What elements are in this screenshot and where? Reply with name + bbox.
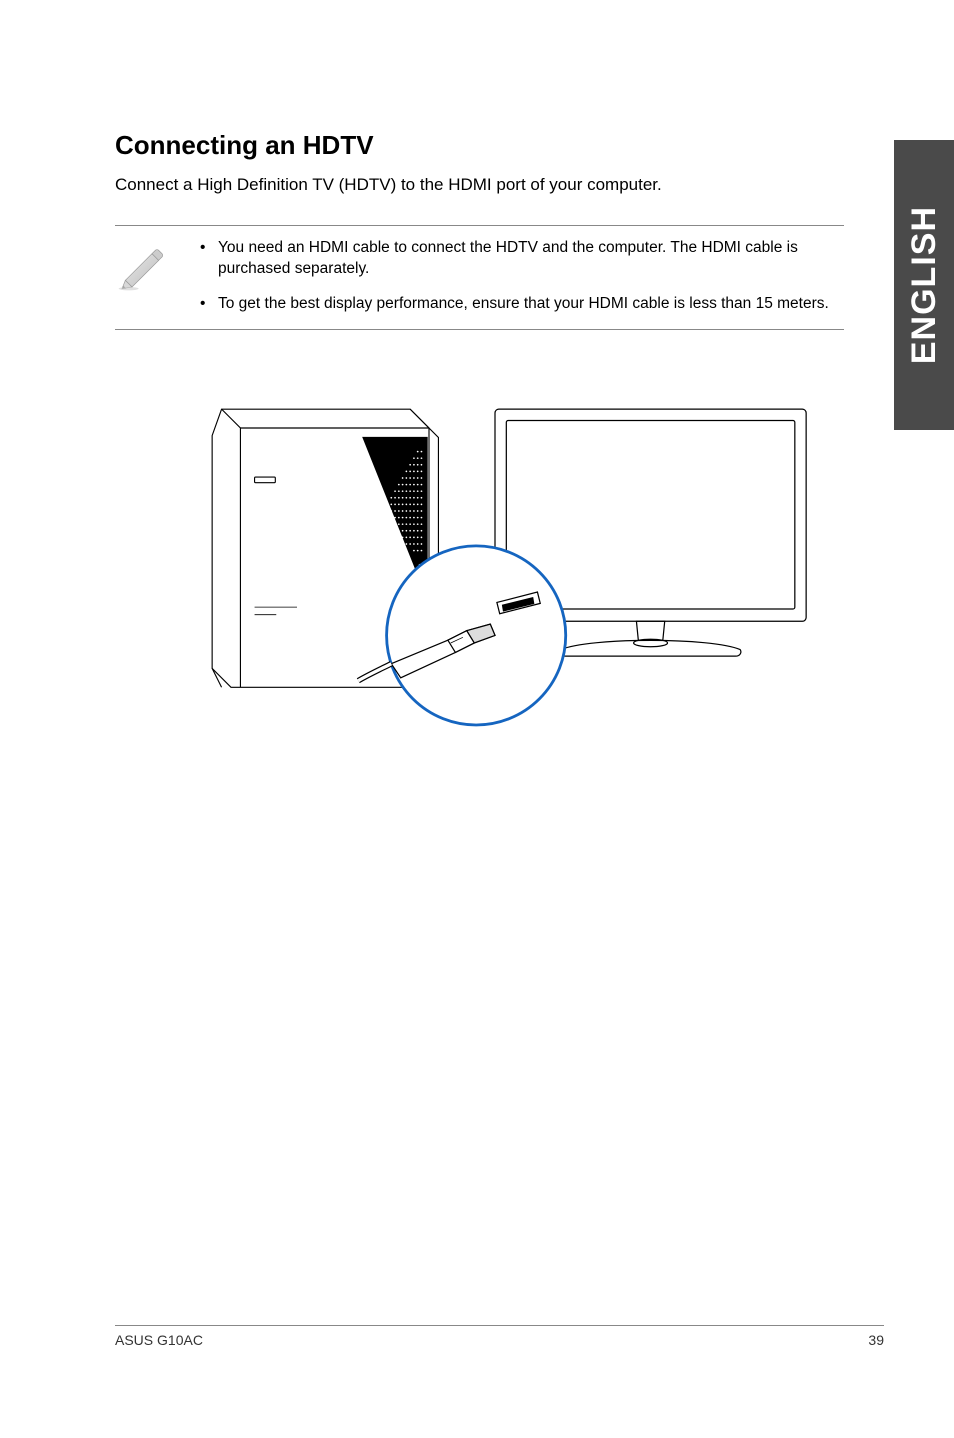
section-title: Connecting an HDTV <box>115 130 884 161</box>
note-list: You need an HDMI cable to connect the HD… <box>200 238 834 317</box>
footer-product: ASUS G10AC <box>115 1332 203 1348</box>
page-footer: ASUS G10AC 39 <box>115 1325 884 1348</box>
footer-page-number: 39 <box>868 1332 884 1348</box>
note-block: You need an HDMI cable to connect the HD… <box>115 225 844 330</box>
note-item: You need an HDMI cable to connect the HD… <box>200 238 834 280</box>
pencil-icon <box>115 238 175 317</box>
note-item: To get the best display performance, ens… <box>200 294 834 315</box>
section-intro: Connect a High Definition TV (HDTV) to t… <box>115 175 884 195</box>
page-content: Connecting an HDTV Connect a High Defini… <box>0 0 954 1438</box>
hdmi-connection-illustration <box>165 380 884 745</box>
